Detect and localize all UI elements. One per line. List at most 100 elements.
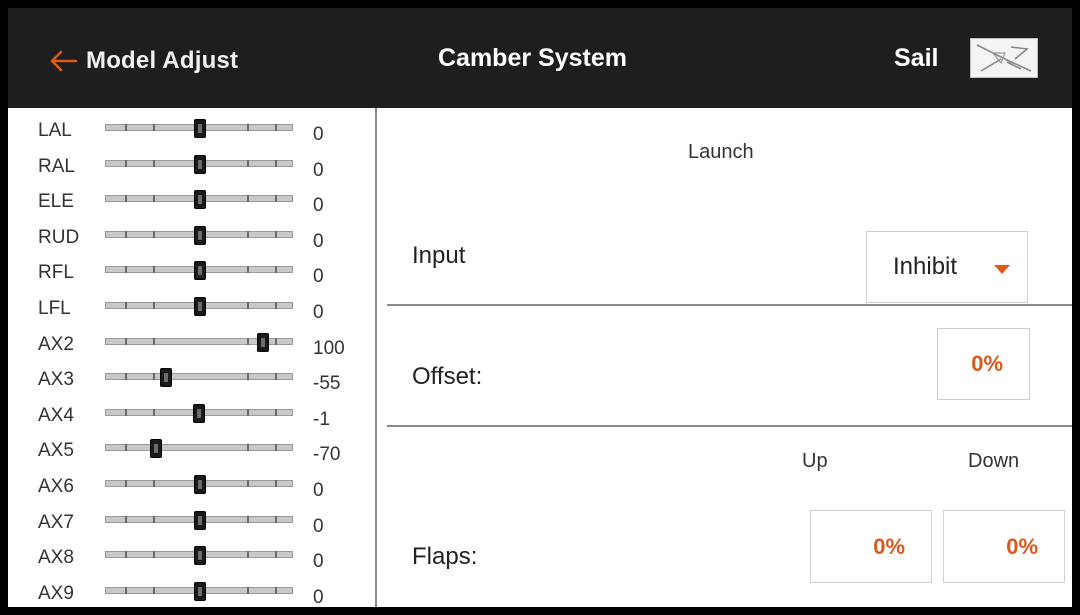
- channel-bar: [105, 154, 293, 174]
- column-header-up: Up: [802, 450, 828, 472]
- channel-bar: [105, 581, 293, 601]
- channel-value: 0: [313, 480, 324, 501]
- bar-tick: [153, 230, 155, 238]
- channel-value: 0: [313, 266, 324, 288]
- channel-name: AX5: [38, 440, 74, 462]
- channel-bar: [105, 510, 293, 530]
- channel-value: 0: [313, 302, 324, 323]
- flaps-down-box[interactable]: 0%: [943, 510, 1065, 583]
- channel-position-marker: [194, 297, 206, 316]
- channel-name: LFL: [38, 298, 71, 319]
- bar-tick: [153, 195, 155, 203]
- bar-tick: [153, 159, 155, 167]
- bar-tick: [247, 302, 249, 309]
- bar-tick: [275, 230, 278, 238]
- back-button[interactable]: Model Adjust: [48, 44, 238, 78]
- channel-bar: [105, 261, 293, 281]
- flaps-label: Flaps:: [412, 543, 478, 570]
- bar-tick: [247, 159, 249, 167]
- channel-value: 0: [313, 586, 324, 607]
- bar-tick: [153, 586, 155, 594]
- bar-tick: [153, 480, 155, 487]
- channel-bar: [105, 546, 293, 566]
- bar-tick: [275, 266, 278, 274]
- channel-name: AX4: [38, 404, 74, 426]
- chevron-down-icon: [994, 265, 1010, 274]
- bar-tick: [124, 480, 127, 487]
- bar-tick: [153, 302, 155, 309]
- channel-value: 0: [313, 515, 324, 537]
- bar-tick: [275, 195, 278, 203]
- channel-position-marker: [194, 475, 206, 494]
- camber-system-screen: Model Adjust Camber System Sail LAL 0 RAL 0…: [8, 8, 1072, 607]
- channel-name: RFL: [38, 262, 74, 284]
- page-title: Camber System: [438, 44, 627, 72]
- bar-tick: [275, 302, 278, 309]
- bar-tick: [275, 373, 278, 381]
- channel-bar: [105, 403, 293, 423]
- channel-bar: [105, 439, 293, 459]
- channel-row: RAL 0: [8, 154, 377, 193]
- bar-tick: [124, 302, 127, 309]
- channel-value: -55: [313, 373, 341, 395]
- channel-value: -1: [313, 408, 330, 430]
- bar-tick: [124, 408, 127, 416]
- channel-position-marker: [194, 190, 206, 210]
- bar-tick: [124, 195, 127, 203]
- bar-tick: [124, 551, 127, 559]
- channel-name: AX2: [38, 333, 74, 355]
- flaps-up-value: 0%: [873, 533, 905, 559]
- channel-row: AX7 0: [8, 510, 377, 549]
- bar-tick: [153, 408, 155, 416]
- bar-tick: [153, 515, 155, 523]
- glider-icon[interactable]: [970, 38, 1038, 78]
- bar-tick: [247, 515, 249, 523]
- channel-row: AX6 0: [8, 475, 377, 513]
- bar-tick: [275, 480, 278, 487]
- channel-value: 0: [313, 159, 324, 181]
- bar-tick: [275, 586, 278, 594]
- arrow-left-icon: [50, 50, 78, 72]
- bar-tick: [153, 373, 155, 381]
- flaps-up-box[interactable]: 0%: [810, 510, 932, 583]
- offset-value-box[interactable]: 0%: [937, 328, 1030, 400]
- section-title-launch: Launch: [688, 141, 754, 163]
- divider: [387, 304, 1072, 306]
- bar-tick: [247, 337, 249, 345]
- back-label: Model Adjust: [86, 47, 239, 74]
- channel-row: AX4 -1: [8, 403, 377, 442]
- channel-name: RUD: [38, 226, 80, 248]
- channel-value: 0: [313, 124, 324, 145]
- channel-bar: [105, 119, 293, 138]
- input-value: Inhibit: [893, 253, 958, 280]
- bar-tick: [247, 266, 249, 274]
- channel-bar: [105, 190, 293, 210]
- bar-tick: [275, 551, 278, 559]
- bar-tick: [247, 230, 249, 238]
- channel-row: AX5 -70: [8, 439, 377, 477]
- channel-value: -70: [313, 444, 341, 466]
- channel-name: AX6: [38, 476, 74, 497]
- bar-tick: [275, 444, 278, 452]
- channel-position-marker: [194, 510, 206, 530]
- channel-row: AX8 0: [8, 546, 377, 584]
- channel-bar: [105, 332, 293, 352]
- bar-tick: [124, 373, 127, 381]
- bar-tick: [153, 337, 155, 345]
- bar-tick: [275, 408, 278, 416]
- channel-position-marker: [194, 581, 206, 601]
- bar-tick: [124, 515, 127, 523]
- column-header-down: Down: [968, 450, 1020, 472]
- channel-row: RUD 0: [8, 225, 377, 264]
- channel-name: ELE: [38, 191, 74, 213]
- channel-name: AX9: [38, 582, 74, 604]
- bar-tick: [247, 373, 249, 381]
- bar-tick: [275, 337, 278, 345]
- bar-tick: [247, 124, 249, 131]
- channel-position-marker: [194, 546, 206, 566]
- input-dropdown[interactable]: Inhibit: [866, 231, 1028, 303]
- input-label: Input: [412, 242, 466, 269]
- channel-position-marker: [150, 439, 163, 459]
- model-name: Sail: [894, 44, 939, 72]
- camber-settings-panel: Launch Input Inhibit Offset: 0% Up Down …: [379, 108, 1072, 607]
